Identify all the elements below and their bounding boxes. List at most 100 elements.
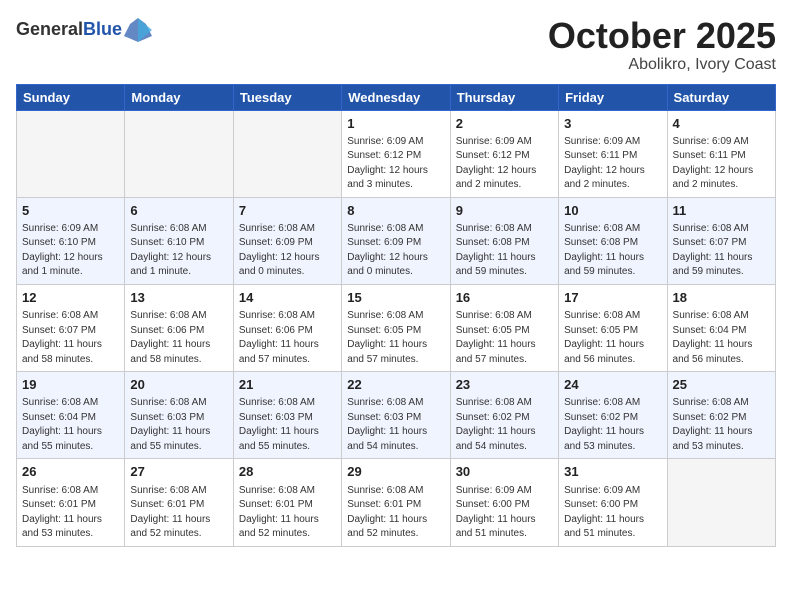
day-info: Sunrise: 6:08 AM Sunset: 6:05 PM Dayligh… [564, 309, 661, 367]
day-number: 7 [239, 202, 336, 220]
day-info: Sunrise: 6:08 AM Sunset: 6:09 PM Dayligh… [347, 222, 444, 280]
calendar-cell [125, 110, 233, 197]
day-number: 30 [456, 463, 553, 481]
calendar-cell: 12 Sunrise: 6:08 AM Sunset: 6:07 PM Dayli… [17, 284, 125, 371]
calendar-cell: 23 Sunrise: 6:08 AM Sunset: 6:02 PM Dayli… [450, 372, 558, 459]
calendar-cell: 29 Sunrise: 6:08 AM Sunset: 6:01 PM Dayli… [342, 459, 450, 546]
calendar-cell: 3 Sunrise: 6:09 AM Sunset: 6:11 PM Daylig… [559, 110, 667, 197]
day-number: 15 [347, 289, 444, 307]
day-number: 20 [130, 376, 227, 394]
calendar-cell: 26Sunrise: 6:08 AM Sunset: 6:01 PM Dayli… [17, 459, 125, 546]
day-info: Sunrise: 6:08 AM Sunset: 6:06 PM Dayligh… [239, 309, 336, 367]
calendar-cell: 5 Sunrise: 6:09 AM Sunset: 6:10 PM Daylig… [17, 197, 125, 284]
calendar-cell: 31 Sunrise: 6:09 AM Sunset: 6:00 PM Dayli… [559, 459, 667, 546]
weekday-header-thursday: Thursday [450, 84, 558, 110]
day-info: Sunrise: 6:09 AM Sunset: 6:10 PM Dayligh… [22, 222, 119, 280]
calendar-cell: 15Sunrise: 6:08 AM Sunset: 6:05 PM Dayli… [342, 284, 450, 371]
calendar-cell: 16 Sunrise: 6:08 AM Sunset: 6:05 PM Dayli… [450, 284, 558, 371]
day-info: Sunrise: 6:08 AM Sunset: 6:02 PM Dayligh… [456, 396, 553, 454]
day-info: Sunrise: 6:08 AM Sunset: 6:05 PM Dayligh… [456, 309, 553, 367]
day-number: 9 [456, 202, 553, 220]
day-number: 12 [22, 289, 119, 307]
calendar-cell: 17 Sunrise: 6:08 AM Sunset: 6:05 PM Dayli… [559, 284, 667, 371]
weekday-header-monday: Monday [125, 84, 233, 110]
day-info: Sunrise: 6:08 AM Sunset: 6:06 PM Dayligh… [130, 309, 227, 367]
day-info: Sunrise: 6:08 AM Sunset: 6:04 PM Dayligh… [22, 396, 119, 454]
day-number: 3 [564, 115, 661, 133]
day-info: Sunrise: 6:08 AM Sunset: 6:03 PM Dayligh… [130, 396, 227, 454]
weekday-header-saturday: Saturday [667, 84, 775, 110]
day-number: 6 [130, 202, 227, 220]
calendar-cell: 20 Sunrise: 6:08 AM Sunset: 6:03 PM Dayli… [125, 372, 233, 459]
week-row-5: 26 Sunrise: 6:08 AM Sunset: 6:01 PM Dayli… [17, 459, 776, 546]
weekday-header-sunday: Sunday [17, 84, 125, 110]
day-number: 27 [130, 463, 227, 481]
calendar-cell: 9 Sunrise: 6:08 AM Sunset: 6:08 PM Daylig… [450, 197, 558, 284]
calendar-cell: 18 Sunrise: 6:08 AM Sunset: 6:04 PM Dayli… [667, 284, 775, 371]
day-number: 23 [456, 376, 553, 394]
logo-blue: Blue [83, 19, 122, 39]
weekday-header-wednesday: Wednesday [342, 84, 450, 110]
day-number: 16 [456, 289, 553, 307]
day-info: Sunrise: 6:08 AM Sunset: 6:03 PM Dayligh… [347, 396, 444, 454]
calendar-cell: 1 Sunrise: 6:09 AM Sunset: 6:12 PM Daylig… [342, 110, 450, 197]
weekday-header-friday: Friday [559, 84, 667, 110]
day-number: 19 [22, 376, 119, 394]
day-info: Sunrise: 6:09 AM Sunset: 6:00 PM Dayligh… [456, 484, 553, 542]
day-number: 11 [673, 202, 770, 220]
day-info: Sunrise: 6:09 AM Sunset: 6:11 PM Dayligh… [564, 135, 661, 193]
logo-icon [124, 16, 152, 44]
header: GeneralBlue October 2025 Abolikro, Ivory… [16, 16, 776, 74]
day-info: Sunrise: 6:08 AM Sunset: 6:02 PM Dayligh… [673, 396, 770, 454]
calendar-cell: 11 Sunrise: 6:08 AM Sunset: 6:07 PM Dayli… [667, 197, 775, 284]
calendar-cell: 8 Sunrise: 6:08 AM Sunset: 6:09 PM Daylig… [342, 197, 450, 284]
day-number: 8 [347, 202, 444, 220]
day-number: 5 [22, 202, 119, 220]
day-number: 28 [239, 463, 336, 481]
day-info: Sunrise: 6:08 AM Sunset: 6:08 PM Dayligh… [456, 222, 553, 280]
day-info: Sunrise: 6:09 AM Sunset: 6:12 PM Dayligh… [347, 135, 444, 193]
day-info: Sunrise: 6:09 AM Sunset: 6:11 PM Dayligh… [673, 135, 770, 193]
day-info: Sunrise: 6:08 AM Sunset: 6:07 PM Dayligh… [673, 222, 770, 280]
calendar-cell: 30 Sunrise: 6:09 AM Sunset: 6:00 PM Dayli… [450, 459, 558, 546]
day-info: Sunrise: 6:08 AM Sunset: 6:09 PM Dayligh… [239, 222, 336, 280]
calendar-cell: 14 Sunrise: 6:08 AM Sunset: 6:06 PM Dayli… [233, 284, 341, 371]
calendar-cell [17, 110, 125, 197]
day-number: 25 [673, 376, 770, 394]
location-title: Abolikro, Ivory Coast [548, 56, 776, 74]
calendar-cell: 2Sunrise: 6:09 AM Sunset: 6:12 PM Daylig… [450, 110, 558, 197]
day-number: 18 [673, 289, 770, 307]
calendar-cell: 4Sunrise: 6:09 AM Sunset: 6:11 PM Daylig… [667, 110, 775, 197]
calendar-cell [667, 459, 775, 546]
day-number: 26 [22, 463, 119, 481]
day-number: 10 [564, 202, 661, 220]
day-number: 1 [347, 115, 444, 133]
day-number: 17 [564, 289, 661, 307]
day-number: 14 [239, 289, 336, 307]
calendar-cell: 6Sunrise: 6:08 AM Sunset: 6:10 PM Daylig… [125, 197, 233, 284]
day-info: Sunrise: 6:08 AM Sunset: 6:07 PM Dayligh… [22, 309, 119, 367]
day-info: Sunrise: 6:08 AM Sunset: 6:01 PM Dayligh… [347, 484, 444, 542]
logo: GeneralBlue [16, 16, 152, 44]
day-info: Sunrise: 6:08 AM Sunset: 6:01 PM Dayligh… [130, 484, 227, 542]
day-info: Sunrise: 6:08 AM Sunset: 6:04 PM Dayligh… [673, 309, 770, 367]
calendar-cell: 7 Sunrise: 6:08 AM Sunset: 6:09 PM Daylig… [233, 197, 341, 284]
day-number: 22 [347, 376, 444, 394]
day-info: Sunrise: 6:08 AM Sunset: 6:08 PM Dayligh… [564, 222, 661, 280]
calendar-cell: 28Sunrise: 6:08 AM Sunset: 6:01 PM Dayli… [233, 459, 341, 546]
calendar-cell: 19 Sunrise: 6:08 AM Sunset: 6:04 PM Dayli… [17, 372, 125, 459]
calendar-cell [233, 110, 341, 197]
calendar-cell: 24Sunrise: 6:08 AM Sunset: 6:02 PM Dayli… [559, 372, 667, 459]
title-area: October 2025 Abolikro, Ivory Coast [548, 16, 776, 74]
day-info: Sunrise: 6:09 AM Sunset: 6:00 PM Dayligh… [564, 484, 661, 542]
logo-general: General [16, 19, 83, 39]
day-number: 21 [239, 376, 336, 394]
day-number: 2 [456, 115, 553, 133]
day-number: 29 [347, 463, 444, 481]
day-number: 31 [564, 463, 661, 481]
calendar-cell: 10 Sunrise: 6:08 AM Sunset: 6:08 PM Dayli… [559, 197, 667, 284]
week-row-3: 12 Sunrise: 6:08 AM Sunset: 6:07 PM Dayli… [17, 284, 776, 371]
day-number: 13 [130, 289, 227, 307]
month-title: October 2025 [548, 16, 776, 56]
week-row-1: 1 Sunrise: 6:09 AM Sunset: 6:12 PM Daylig… [17, 110, 776, 197]
